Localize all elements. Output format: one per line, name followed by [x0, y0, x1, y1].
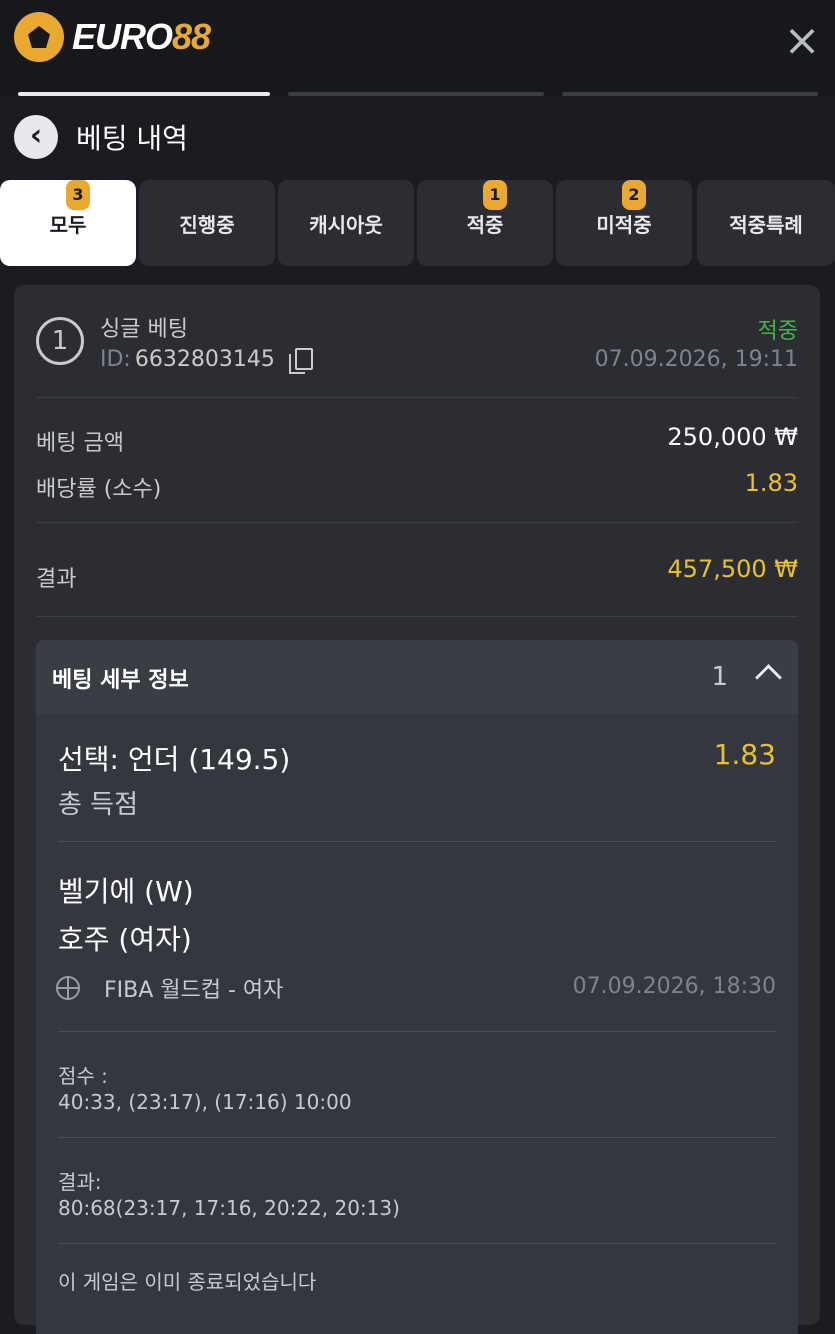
tab-lost[interactable]: 미적중 2: [556, 180, 692, 266]
tab-label: 모두: [49, 212, 87, 237]
bet-card: 1 싱글 베팅 ID: 6632803145 적중 07.09.2026, 19…: [14, 285, 820, 1334]
tab-label: 미적중: [596, 212, 652, 237]
copy-icon[interactable]: [288, 347, 313, 374]
divider: [58, 1031, 776, 1032]
brand-logo[interactable]: EURO88: [14, 12, 211, 62]
close-icon[interactable]: ×: [783, 19, 821, 63]
brand-euro: EURO: [72, 16, 173, 57]
divider: [58, 1243, 776, 1244]
brand-88: 88: [172, 16, 211, 57]
count-badge: 1: [483, 180, 507, 210]
game-ended-note: 이 게임은 이미 종료되었습니다: [58, 1270, 317, 1294]
bet-id: 6632803145: [134, 347, 275, 372]
bet-datetime: 07.09.2026, 19:11: [594, 347, 798, 372]
details-count: 1: [711, 662, 728, 692]
league-name: FIBA 월드컵 - 여자: [104, 978, 284, 1003]
tab-in-progress[interactable]: 진행중: [139, 180, 275, 266]
top-tab-2[interactable]: [288, 92, 544, 96]
filter-tabs: 모두 3 진행중 캐시아웃 적중 1 미적중 2 적중특례: [0, 180, 835, 266]
back-button[interactable]: ‹: [14, 115, 58, 159]
details-title: 베팅 세부 정보: [52, 668, 189, 693]
page-header: ‹ 베팅 내역: [14, 115, 188, 159]
odds-value: 1.83: [744, 469, 798, 497]
basketball-icon: [56, 976, 80, 1000]
stake-value: 250,000 ₩: [667, 423, 798, 451]
divider: [36, 522, 798, 523]
odds-label: 배당률 (소수): [36, 477, 162, 502]
tab-special[interactable]: 적중특례: [697, 180, 835, 266]
tab-label: 적중: [466, 212, 504, 237]
page-title: 베팅 내역: [76, 122, 188, 155]
bet-details-toggle[interactable]: 베팅 세부 정보 1: [36, 640, 798, 714]
final-value: 80:68(23:17, 17:16, 20:22, 20:13): [58, 1196, 400, 1220]
divider: [36, 397, 798, 398]
bet-id-row: ID: 6632803145: [100, 347, 313, 374]
tab-label: 진행중: [179, 212, 235, 237]
tab-won[interactable]: 적중 1: [417, 180, 553, 266]
count-badge: 3: [66, 180, 90, 210]
soccer-ball-icon: [14, 12, 64, 62]
tab-cashout[interactable]: 캐시아웃: [278, 180, 414, 266]
single-bet-icon: 1: [36, 317, 84, 365]
market-name: 총 득점: [58, 790, 139, 820]
app-header: EURO88 ×: [0, 0, 835, 96]
selection-odds: 1.83: [713, 738, 776, 771]
tab-label: 적중특례: [729, 212, 803, 237]
score-value: 40:33, (23:17), (17:16) 10:00: [58, 1090, 352, 1114]
top-tab-3[interactable]: [562, 92, 818, 96]
brand-name: EURO88: [72, 16, 211, 58]
league-row: FIBA 월드컵 - 여자: [56, 972, 283, 1004]
top-tab-indicators: [0, 92, 835, 98]
score-label: 점수 :: [58, 1064, 108, 1088]
divider: [58, 1137, 776, 1138]
selection: 선택: 언더 (149.5): [58, 743, 291, 776]
result-value: 457,500 ₩: [667, 555, 798, 583]
stake-label: 베팅 금액: [36, 431, 124, 456]
team-away: 호주 (여자): [58, 923, 192, 956]
match-datetime: 07.09.2026, 18:30: [572, 974, 776, 999]
result-label: 결과: [36, 567, 77, 592]
tab-all[interactable]: 모두 3: [0, 180, 136, 266]
status-badge: 적중: [757, 319, 798, 344]
bet-details: 선택: 언더 (149.5) 1.83 총 득점 벨기에 (W) 호주 (여자)…: [36, 714, 798, 1334]
final-label: 결과:: [58, 1170, 102, 1194]
bet-id-label: ID:: [100, 347, 131, 372]
count-badge: 2: [622, 180, 646, 210]
divider: [58, 841, 776, 842]
bet-type: 싱글 베팅: [100, 317, 188, 342]
tab-label: 캐시아웃: [309, 212, 383, 237]
team-home: 벨기에 (W): [58, 875, 194, 908]
divider: [36, 616, 798, 617]
top-tab-1[interactable]: [18, 92, 270, 96]
chevron-up-icon: [755, 664, 782, 691]
